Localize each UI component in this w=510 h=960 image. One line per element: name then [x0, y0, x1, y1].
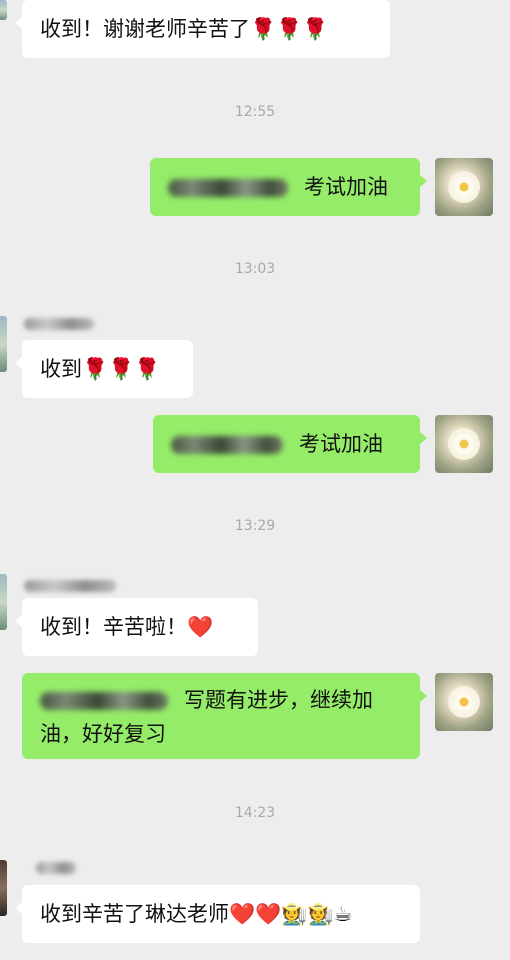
- timestamp: 12:55: [234, 104, 276, 120]
- message-bubble-outgoing[interactable]: 考试加油: [150, 158, 427, 216]
- flower-photo-avatar-icon: [448, 171, 480, 203]
- contact-avatar[interactable]: [0, 574, 7, 630]
- message-text: 考试加油: [304, 175, 388, 199]
- message-text: 考试加油: [299, 432, 383, 456]
- message-text: 收到！辛苦啦！❤️: [40, 615, 214, 639]
- sender-name-redacted: [36, 862, 76, 874]
- timestamp: 13:29: [234, 518, 276, 534]
- redacted-name: [40, 692, 168, 710]
- contact-avatar[interactable]: [0, 316, 7, 372]
- contact-avatar[interactable]: [0, 860, 7, 916]
- message-bubble-incoming[interactable]: 收到辛苦了琳达老师❤️❤️🧑‍🌾🧑‍🌾☕: [15, 885, 420, 943]
- redacted-name: [171, 436, 283, 454]
- flower-photo-avatar-icon: [448, 428, 480, 460]
- message-bubble-incoming[interactable]: 收到！谢谢老师辛苦了🌹🌹🌹: [15, 0, 390, 58]
- message-bubble-outgoing[interactable]: 写题有进步，继续加油，好好复习: [22, 673, 427, 759]
- message-text: 收到！谢谢老师辛苦了🌹🌹🌹: [40, 17, 329, 41]
- user-avatar[interactable]: [435, 415, 493, 473]
- flower-photo-avatar-icon: [448, 686, 480, 718]
- sender-name-redacted: [24, 580, 116, 592]
- message-bubble-incoming[interactable]: 收到🌹🌹🌹: [15, 340, 193, 398]
- redacted-name: [168, 179, 288, 197]
- message-text: 收到辛苦了琳达老师❤️❤️🧑‍🌾🧑‍🌾☕: [40, 902, 353, 926]
- message-text: 收到🌹🌹🌹: [40, 357, 161, 381]
- user-avatar[interactable]: [435, 673, 493, 731]
- message-bubble-outgoing[interactable]: 考试加油: [153, 415, 427, 473]
- sender-name-redacted: [24, 318, 94, 330]
- user-avatar[interactable]: [435, 158, 493, 216]
- timestamp: 14:23: [234, 805, 276, 821]
- timestamp: 13:03: [234, 261, 276, 277]
- contact-avatar[interactable]: [0, 0, 7, 20]
- message-bubble-incoming[interactable]: 收到！辛苦啦！❤️: [15, 598, 258, 656]
